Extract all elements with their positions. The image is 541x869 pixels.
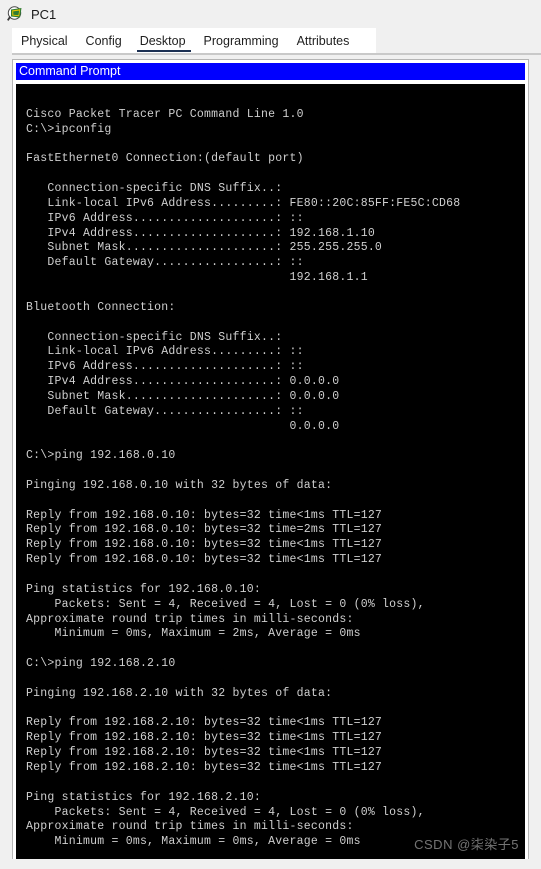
terminal-window[interactable]: Cisco Packet Tracer PC Command Line 1.0 …: [16, 84, 525, 859]
tab-programming[interactable]: Programming: [194, 29, 288, 53]
tab-bar: Physical Config Desktop Programming Attr…: [12, 28, 376, 53]
tab-bar-divider: [12, 53, 541, 55]
tab-physical[interactable]: Physical: [12, 29, 77, 53]
terminal-output: Cisco Packet Tracer PC Command Line 1.0 …: [16, 84, 525, 859]
pc-device-icon: [6, 4, 26, 24]
command-prompt-titlebar: Command Prompt: [16, 63, 525, 80]
tab-desktop[interactable]: Desktop: [130, 29, 195, 53]
desktop-panel: Command Prompt Cisco Packet Tracer PC Co…: [12, 59, 529, 859]
window-title: PC1: [31, 6, 57, 22]
tab-bar-container: Physical Config Desktop Programming Attr…: [0, 28, 541, 55]
tab-attributes[interactable]: Attributes: [287, 29, 359, 53]
window-titlebar: PC1: [0, 0, 541, 28]
terminal-text: Cisco Packet Tracer PC Command Line 1.0 …: [26, 107, 461, 849]
tab-config[interactable]: Config: [76, 29, 131, 53]
